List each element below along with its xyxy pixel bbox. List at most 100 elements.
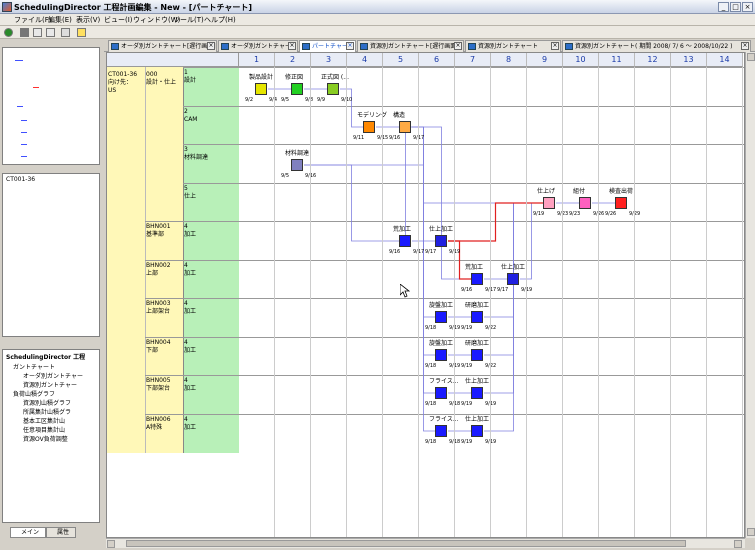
task-node[interactable] (291, 159, 303, 171)
task-node[interactable] (327, 83, 339, 95)
task-node[interactable] (471, 311, 483, 323)
tab-part-chart[interactable]: パートチャート × (299, 40, 356, 52)
scroll-left-button[interactable] (107, 540, 115, 548)
task-node[interactable] (291, 83, 303, 95)
close-icon[interactable]: × (741, 42, 749, 50)
task-node[interactable] (471, 387, 483, 399)
grid-vline (706, 67, 707, 537)
scroll-right-button[interactable] (734, 540, 742, 548)
close-icon[interactable]: × (207, 42, 215, 50)
task-node[interactable] (435, 235, 447, 247)
task-node[interactable] (507, 273, 519, 285)
task-start-date: 9/5 (281, 173, 290, 179)
task-node[interactable] (435, 311, 447, 323)
tab-label: 資源別ガントチャート (478, 43, 538, 50)
task-label: 仕上げ (537, 188, 556, 195)
dependency-links (268, 88, 615, 432)
maximize-button[interactable]: □ (730, 2, 741, 12)
tree-item[interactable]: 任意項目集計山 (23, 425, 65, 434)
project-tree-panel[interactable]: SchedulingDirector 工程 ガントチャート オーダ別ガントチャー… (2, 349, 100, 523)
print-icon[interactable] (61, 28, 70, 37)
grid-vline (526, 67, 527, 537)
tab-main[interactable]: メイン (10, 527, 46, 538)
tab-label: 資源別ガントチャート[遅行画面] (370, 43, 459, 50)
task-label: 修正図 (285, 74, 304, 81)
tree-node-order[interactable]: CT001-36 (6, 176, 35, 183)
overview-mark (21, 120, 27, 121)
refresh-icon[interactable] (4, 28, 13, 37)
tree-item[interactable]: ガントチャート (13, 362, 55, 371)
tree-item[interactable]: 負荷山積グラフ (13, 389, 55, 398)
task-start-date: 9/16 (389, 135, 401, 141)
task-label: 研磨加工 (465, 302, 490, 309)
order-tree-panel[interactable]: CT001-36 (2, 173, 100, 337)
task-start-date: 9/2 (245, 97, 254, 103)
chart-icon (468, 43, 476, 50)
tree-item[interactable]: オーダ別ガントチャー (23, 371, 83, 380)
tree-root[interactable]: SchedulingDirector 工程 (6, 352, 85, 361)
task-label: 荒加工 (465, 264, 484, 271)
part-chart-grid[interactable]: 1 2 3 4 5 6 7 8 9 10 11 12 13 14 CT001-36 向け先： US 000… (106, 52, 745, 538)
tab-resource-gantt[interactable]: 資源別ガントチャート × (465, 40, 561, 52)
tree-item[interactable]: 資源別山積グラフ (23, 398, 71, 407)
task-start-date: 9/18 (425, 439, 437, 445)
task-node[interactable] (543, 197, 555, 209)
task-node[interactable] (399, 121, 411, 133)
paste-icon[interactable] (46, 28, 55, 37)
task-node[interactable] (471, 273, 483, 285)
menu-file[interactable]: ファイル(F) (14, 15, 52, 25)
close-icon[interactable]: × (288, 42, 296, 50)
tab-label: 資源別ガントチャート( 期間 2008/ 7/ 6 〜 2008/10/22 ) (575, 43, 733, 50)
task-label: 仕上加工 (465, 378, 490, 385)
tab-order-gantt[interactable]: オーダ別ガントチャート × (218, 40, 298, 52)
overview-mark (15, 60, 23, 61)
menu-edit[interactable]: 編集(E) (48, 15, 72, 25)
save-icon[interactable] (20, 28, 29, 37)
close-icon[interactable]: × (454, 42, 462, 50)
tab-resource-gantt-period[interactable]: 資源別ガントチャート( 期間 2008/ 7/ 6 〜 2008/10/22 )… (562, 40, 751, 52)
task-start-date: 9/16 (389, 249, 401, 255)
scroll-down-button[interactable] (747, 528, 755, 536)
task-label: 製品設計 (249, 74, 274, 81)
tree-item[interactable]: 資源別ガントチャー (23, 380, 77, 389)
menu-view[interactable]: 表示(V) (76, 15, 100, 25)
help-icon[interactable] (77, 28, 86, 37)
task-node[interactable] (615, 197, 627, 209)
vertical-scrollbar[interactable] (745, 52, 755, 538)
dependency-link (448, 240, 471, 280)
close-icon[interactable]: × (551, 42, 559, 50)
tab-resource-gantt-delay[interactable]: 資源別ガントチャート[遅行画面] × (357, 40, 464, 52)
window-title: SchedulingDirector 工程計画編集 - New - [パートチャ… (14, 3, 253, 12)
menu-help[interactable]: ヘルプ(H) (204, 15, 236, 25)
task-node[interactable] (471, 349, 483, 361)
tab-attributes[interactable]: 属性 (46, 527, 76, 538)
task-node[interactable] (471, 425, 483, 437)
tree-item[interactable]: 基本工区集計山 (23, 416, 65, 425)
minimize-button[interactable]: _ (718, 2, 729, 12)
task-label: 仕上加工 (429, 226, 454, 233)
scroll-up-button[interactable] (747, 53, 755, 61)
overview-panel[interactable] (2, 47, 100, 165)
horizontal-scrollbar[interactable] (106, 538, 745, 548)
tab-order-gantt-delay[interactable]: オーダ別ガントチャート[遅行画面] × (108, 40, 217, 52)
tree-item[interactable]: 資源OV負荷調整 (23, 434, 68, 443)
task-start-date: 9/17 (497, 287, 509, 293)
task-start-date: 9/23 (569, 211, 581, 217)
menu-viewtype[interactable]: ビュー(I) (104, 15, 133, 25)
tree-item[interactable]: 所属集計山積グラ (23, 407, 71, 416)
task-node[interactable] (435, 387, 447, 399)
chart-icon (221, 43, 229, 50)
task-node[interactable] (255, 83, 267, 95)
task-node[interactable] (399, 235, 411, 247)
dependency-link (304, 164, 399, 242)
task-node[interactable] (435, 425, 447, 437)
close-button[interactable]: × (742, 2, 753, 12)
scroll-thumb[interactable] (126, 540, 686, 547)
task-node[interactable] (579, 197, 591, 209)
task-node[interactable] (435, 349, 447, 361)
task-node[interactable] (363, 121, 375, 133)
copy-icon[interactable] (33, 28, 42, 37)
menu-tools[interactable]: ツール(T) (173, 15, 204, 25)
close-icon[interactable]: × (346, 42, 354, 50)
task-start-date: 9/11 (353, 135, 365, 141)
